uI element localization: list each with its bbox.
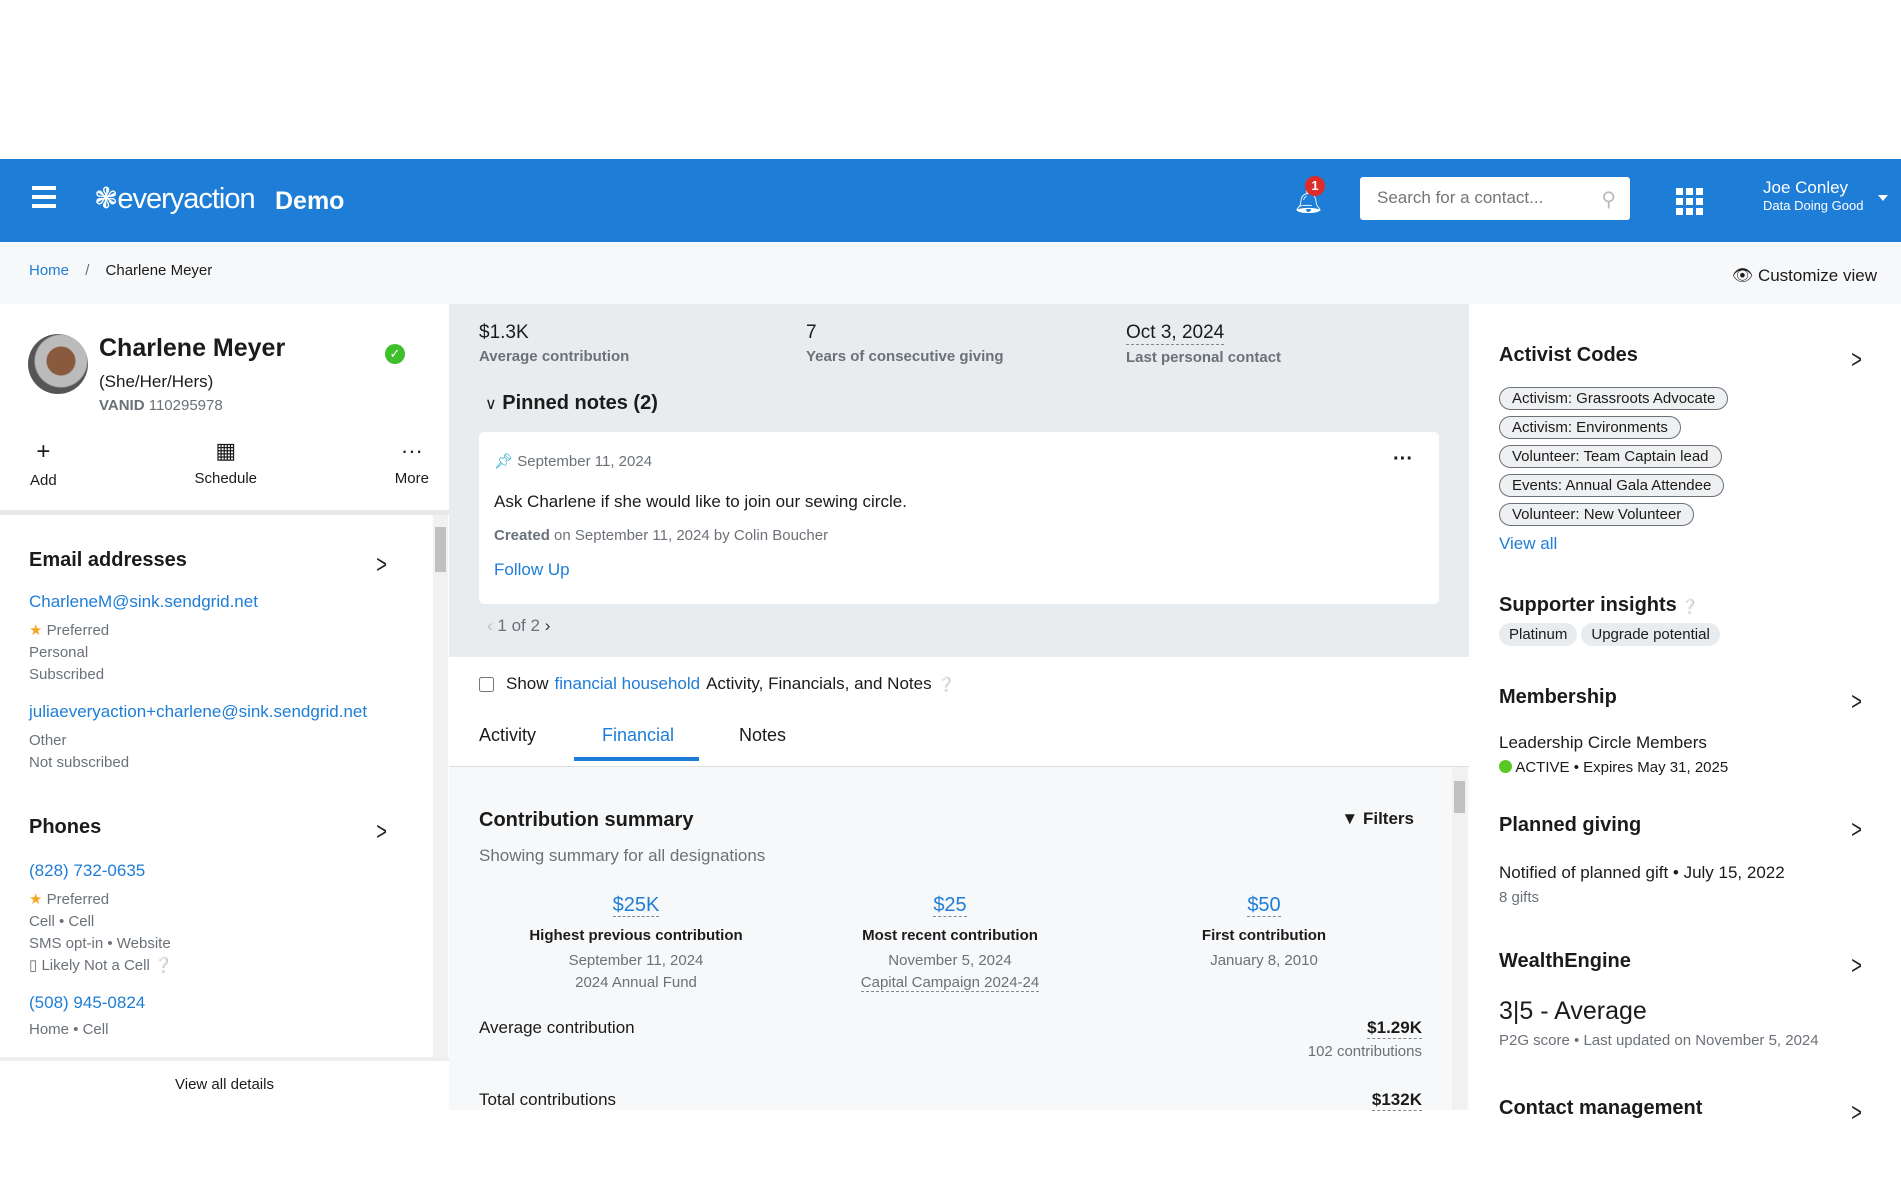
- contact-sidebar: Charlene Meyer ✓ (She/Her/Hers) VANID 11…: [0, 304, 449, 1110]
- activist-codes-header[interactable]: Activist Codes >: [1499, 344, 1864, 375]
- schedule-button[interactable]: ▦ Schedule: [194, 438, 257, 489]
- chevron-right-icon[interactable]: >: [376, 549, 387, 580]
- wealthengine-header[interactable]: WealthEngine >: [1499, 950, 1864, 981]
- phones-section-header[interactable]: Phones >: [29, 816, 389, 847]
- summary-card: $25K Highest previous contribution Septemb…: [529, 894, 743, 991]
- email-link[interactable]: CharleneM@sink.sendgrid.net: [29, 592, 389, 612]
- pinned-notes-toggle[interactable]: ∨ Pinned notes (2): [485, 392, 658, 415]
- chevron-right-icon[interactable]: >: [1851, 814, 1862, 845]
- household-checkbox[interactable]: [479, 676, 494, 692]
- verified-check-icon: ✓: [385, 344, 405, 364]
- help-icon[interactable]: ❔: [154, 957, 173, 974]
- summary-card: $50 First contribution January 8, 2010: [1201, 894, 1327, 969]
- chevron-right-icon[interactable]: >: [1851, 686, 1862, 717]
- logo-icon: ❃: [94, 183, 118, 215]
- contribution-summary: Contribution summary ▼ Filters Showing su…: [479, 809, 1422, 1111]
- chevron-right-icon[interactable]: >: [1851, 950, 1862, 981]
- tab-activity[interactable]: Activity: [474, 719, 574, 761]
- chevron-left-icon[interactable]: ‹: [487, 616, 493, 635]
- environment-label: Demo: [275, 187, 345, 215]
- sidebar-scroll-area: Email addresses > CharleneM@sink.sendgrid…: [0, 515, 449, 1057]
- main-scrollbar[interactable]: [1452, 767, 1467, 1110]
- chevron-right-icon[interactable]: >: [1851, 344, 1862, 375]
- view-all-codes-link[interactable]: View all: [1499, 534, 1864, 554]
- caret-down-icon[interactable]: [1878, 195, 1888, 206]
- activist-code-tag: Activism: Grassroots Advocate: [1499, 387, 1729, 410]
- profile-actions: + Add ▦ Schedule ··· More: [0, 438, 449, 489]
- hamburger-menu-icon[interactable]: [32, 186, 56, 208]
- contact-name: Charlene Meyer: [99, 334, 286, 362]
- avatar: [28, 334, 88, 394]
- pin-icon: 📌︎: [494, 453, 514, 470]
- more-button[interactable]: ··· More: [395, 438, 429, 489]
- insight-tag: Upgrade potential: [1581, 623, 1720, 646]
- household-toggle: Show financial household Activity, Financi…: [479, 674, 955, 694]
- stats-row: $1.3K Average contribution 7 Years of cons…: [479, 322, 1282, 366]
- email-link[interactable]: juliaeveryaction+charlene@sink.sendgrid.…: [29, 702, 389, 722]
- vanid: VANID 110295978: [99, 397, 223, 414]
- activist-codes-list: Activism: Grassroots Advocate Activism: …: [1499, 387, 1864, 532]
- note-text: Ask Charlene if she would like to join o…: [494, 492, 907, 511]
- activist-code-tag: Volunteer: Team Captain lead: [1499, 445, 1722, 468]
- tab-notes[interactable]: Notes: [699, 719, 826, 761]
- average-contribution-row: Average contribution $1.29K: [479, 1018, 1422, 1039]
- active-status-dot-icon: [1499, 760, 1512, 773]
- pinned-note-card: 📌︎ September 11, 2024 ··· Ask Charlene i…: [479, 432, 1439, 604]
- chevron-right-icon[interactable]: >: [376, 816, 387, 847]
- pronouns: (She/Her/Hers): [99, 372, 214, 391]
- right-sidebar: Activist Codes > Activism: Grassroots Adv…: [1469, 304, 1901, 1127]
- phone-question-icon: ▯: [29, 957, 38, 974]
- insight-tag: Platinum: [1499, 623, 1578, 646]
- note-options-icon[interactable]: ···: [1393, 448, 1413, 471]
- contact-management-header[interactable]: Contact management >: [1499, 1097, 1864, 1128]
- phone-link[interactable]: (828) 732-0635: [29, 861, 389, 881]
- breadcrumb: Home / Charlene Meyer: [29, 262, 213, 279]
- view-all-details-button[interactable]: View all details: [0, 1076, 449, 1093]
- chevron-right-icon[interactable]: >: [1851, 1097, 1862, 1128]
- follow-up-link[interactable]: Follow Up: [494, 560, 570, 580]
- notification-badge: 1: [1305, 176, 1325, 196]
- notes-pager: ‹ 1 of 2 ›: [487, 616, 551, 635]
- calendar-icon: ▦: [215, 438, 237, 463]
- membership-header[interactable]: Membership >: [1499, 686, 1864, 717]
- wealth-score: 3|5 - Average: [1499, 997, 1647, 1025]
- phone-link[interactable]: (508) 945-0824: [29, 993, 389, 1013]
- sidebar-scrollbar[interactable]: [433, 515, 448, 1057]
- activist-code-tag: Activism: Environments: [1499, 416, 1681, 439]
- chevron-right-icon[interactable]: ›: [545, 616, 551, 635]
- breadcrumb-home[interactable]: Home: [29, 262, 69, 279]
- chevron-down-icon: ∨: [485, 396, 497, 413]
- eye-icon: 👁︎: [1731, 266, 1754, 285]
- breadcrumb-bar: Home / Charlene Meyer 👁︎ Customize view: [0, 242, 1901, 304]
- plus-icon: +: [36, 438, 51, 465]
- contact-search[interactable]: ⚲: [1360, 177, 1630, 220]
- planned-giving-header[interactable]: Planned giving >: [1499, 814, 1864, 845]
- summary-card: $25 Most recent contribution November 5, 2…: [860, 894, 1040, 992]
- brand-logo[interactable]: ❃everyaction: [94, 181, 256, 216]
- star-icon: ★: [29, 891, 43, 908]
- breadcrumb-current: Charlene Meyer: [105, 262, 213, 279]
- contact-search-input[interactable]: [1377, 177, 1597, 218]
- help-icon[interactable]: ❔: [938, 676, 955, 693]
- ellipsis-icon: ···: [400, 438, 423, 463]
- total-contributions-row: Total contributions $132K: [479, 1090, 1422, 1111]
- activist-code-tag: Volunteer: New Volunteer: [1499, 503, 1695, 526]
- top-navbar: ❃everyaction Demo 🔔︎ 1 ⚲ Joe Conley Data…: [0, 159, 1901, 242]
- filters-button[interactable]: ▼ Filters: [1341, 809, 1414, 832]
- customize-view-button[interactable]: 👁︎ Customize view: [1732, 266, 1877, 286]
- tab-financial[interactable]: Financial: [574, 719, 699, 761]
- help-icon[interactable]: ❔: [1681, 598, 1698, 614]
- add-button[interactable]: + Add: [30, 438, 57, 489]
- financial-household-link[interactable]: financial household: [555, 674, 701, 694]
- user-menu[interactable]: Joe Conley Data Doing Good: [1763, 178, 1863, 213]
- apps-grid-icon[interactable]: [1676, 188, 1704, 215]
- star-icon: ★: [29, 622, 43, 639]
- main-panel: $1.3K Average contribution 7 Years of cons…: [449, 304, 1469, 1111]
- tabs: Activity Financial Notes: [474, 719, 826, 761]
- email-section-header[interactable]: Email addresses >: [29, 549, 389, 580]
- activist-code-tag: Events: Annual Gala Attendee: [1499, 474, 1725, 497]
- filter-icon: ▼: [1341, 809, 1359, 828]
- search-icon[interactable]: ⚲: [1601, 187, 1616, 212]
